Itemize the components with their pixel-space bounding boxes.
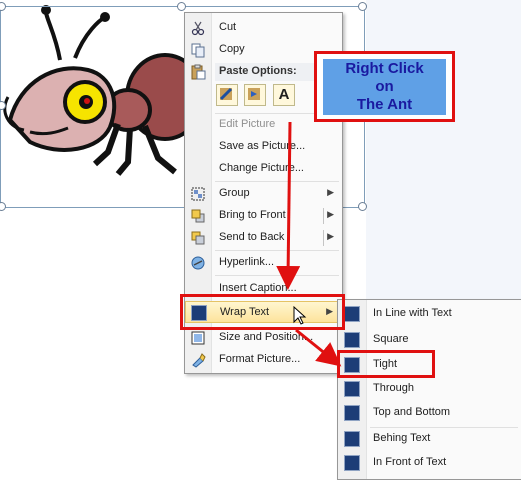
wrap-option-square[interactable]: Square	[338, 329, 521, 351]
menu-separator	[215, 181, 339, 182]
bring-to-front-icon	[191, 209, 205, 223]
menu-separator	[215, 275, 339, 276]
menu-item-label: Format Picture...	[219, 353, 301, 365]
menu-item-bring-to-front[interactable]: Bring to Front ▶	[185, 205, 342, 227]
send-to-back-icon	[191, 231, 205, 245]
callout-line-3: The Ant	[356, 96, 413, 113]
menu-item-label: Bring to Front	[219, 209, 286, 221]
wrap-option-in-line-with-text[interactable]: In Line with Text	[338, 303, 521, 325]
wrap-square-icon	[344, 332, 360, 348]
format-picture-icon	[192, 353, 206, 368]
mouse-cursor-icon	[293, 306, 307, 325]
menu-item-send-to-back[interactable]: Send to Back ▶	[185, 227, 342, 249]
menu-item-label: Change Picture...	[219, 162, 304, 174]
scissors-icon	[191, 21, 205, 36]
menu-item-format-picture[interactable]: Format Picture...	[185, 349, 342, 371]
submenu-item-label: Top and Bottom	[373, 406, 451, 418]
menu-item-label: Cut	[219, 21, 237, 33]
submenu-item-label: Through	[373, 382, 414, 394]
wrap-option-behind-text[interactable]: Behing Text	[338, 428, 521, 450]
menu-item-group[interactable]: Group ▶	[185, 183, 342, 205]
annotation-callout: Right Click on The Ant	[314, 51, 455, 122]
paste-format-icon	[219, 87, 233, 101]
menu-separator	[215, 250, 339, 251]
menu-item-change-picture[interactable]: Change Picture...	[185, 158, 342, 180]
resize-handle-top-right[interactable]	[358, 2, 367, 11]
submenu-item-label: Square	[373, 333, 409, 345]
wrap-option-in-front-of-text[interactable]: In Front of Text	[338, 452, 521, 474]
paste-icon	[191, 64, 206, 80]
wrap-inline-icon	[344, 306, 360, 322]
resize-handle-top-center[interactable]	[177, 2, 186, 11]
hyperlink-icon	[191, 256, 205, 270]
menu-item-label: Insert Caption...	[219, 282, 297, 294]
wrap-option-top-and-bottom[interactable]: Top and Bottom	[338, 402, 521, 424]
submenu-item-label: Behing Text	[373, 432, 431, 444]
chevron-right-icon[interactable]: ▶	[327, 209, 334, 220]
paste-options-label: Paste Options:	[219, 65, 297, 77]
menu-item-label: Copy	[219, 43, 245, 55]
menu-item-hyperlink[interactable]: Hyperlink...	[185, 252, 342, 274]
annotation-highlight-wrap-text	[180, 294, 345, 330]
wrap-in-front-icon	[344, 455, 360, 471]
chevron-right-icon: ▶	[327, 187, 334, 197]
paste-text-only-button[interactable]: A	[273, 84, 295, 106]
chevron-right-icon[interactable]: ▶	[327, 231, 334, 242]
paste-merge-icon	[248, 88, 260, 100]
menu-item-cut[interactable]: Cut	[185, 17, 342, 39]
paste-text-glyph: A	[278, 86, 290, 103]
resize-handle-bottom-right[interactable]	[358, 202, 367, 211]
menu-item-label: Edit Picture	[219, 118, 276, 130]
split-divider	[323, 208, 324, 224]
split-divider	[323, 230, 324, 246]
annotation-highlight-tight	[337, 350, 435, 378]
wrap-top-bottom-icon	[344, 405, 360, 421]
menu-item-label: Save as Picture...	[219, 140, 306, 152]
menu-item-label: Send to Back	[219, 231, 285, 243]
menu-item-label: Size and Position...	[219, 331, 314, 343]
submenu-item-label: In Front of Text	[373, 456, 447, 468]
wrap-behind-icon	[344, 431, 360, 447]
callout-body: Right Click on The Ant	[323, 59, 446, 115]
wrap-option-through[interactable]: Through	[338, 378, 521, 400]
callout-line-1: Right Click	[345, 60, 424, 77]
menu-item-label: Hyperlink...	[219, 256, 275, 268]
copy-icon	[191, 43, 205, 58]
size-position-icon	[191, 331, 205, 345]
callout-line-2: on	[375, 78, 394, 95]
group-icon	[191, 187, 205, 201]
wrap-through-icon	[344, 381, 360, 397]
paste-keep-formatting-button[interactable]	[216, 84, 238, 106]
paste-merge-formatting-button[interactable]	[244, 84, 266, 106]
wrap-text-submenu: In Line with Text Square Tight Through T…	[337, 299, 521, 480]
menu-item-save-as-picture[interactable]: Save as Picture...	[185, 136, 342, 158]
menu-item-size-and-position[interactable]: Size and Position...	[185, 327, 342, 349]
menu-item-label: Group	[219, 187, 250, 199]
submenu-item-label: In Line with Text	[373, 307, 452, 319]
